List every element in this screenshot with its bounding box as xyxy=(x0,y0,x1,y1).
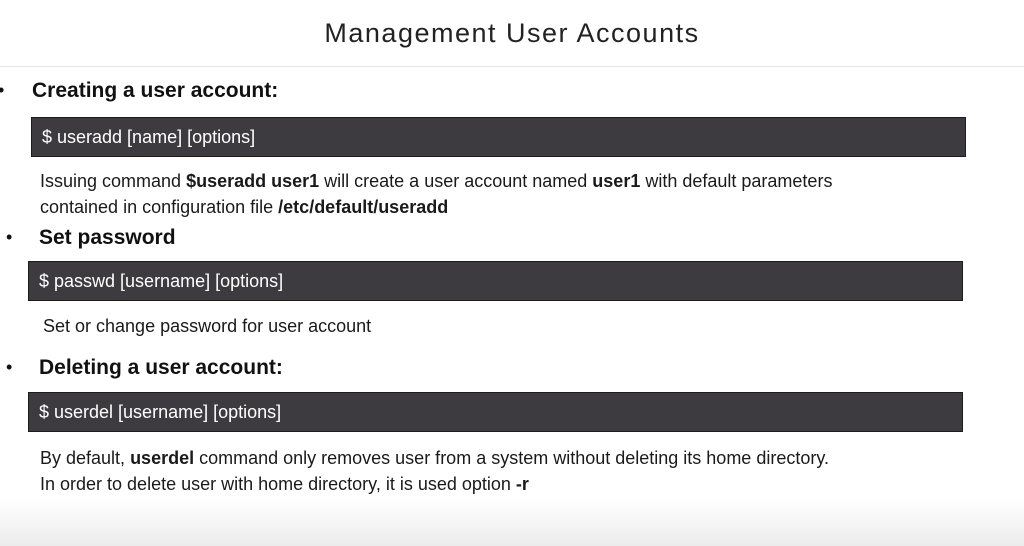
description-delete: By default, userdel command only removes… xyxy=(40,445,829,497)
command-box-passwd: $ passwd [username] [options] xyxy=(28,261,963,301)
bold-span: -r xyxy=(515,474,529,494)
text-span: contained in configuration file xyxy=(40,197,279,217)
description-create: Issuing command $useradd user1 will crea… xyxy=(40,168,832,220)
section-heading-delete: Deleting a user account: xyxy=(39,356,283,379)
command-text: $ userdel [username] [options] xyxy=(39,401,282,422)
command-text: $ useradd [name] [options] xyxy=(42,126,256,147)
description-line: In order to delete user with home direct… xyxy=(40,471,829,497)
description-line: By default, userdel command only removes… xyxy=(40,445,829,471)
text-span: In order to delete user with home direct… xyxy=(40,474,516,494)
title-divider xyxy=(0,66,1024,67)
command-box-userdel: $ userdel [username] [options] xyxy=(28,392,963,432)
section-heading-password: Set password xyxy=(39,226,176,249)
bullet-icon: • xyxy=(6,357,13,377)
command-text: $ passwd [username] [options] xyxy=(39,270,284,291)
text-span: with default parameters xyxy=(640,171,833,191)
description-line: contained in configuration file /etc/def… xyxy=(40,194,832,220)
page-title: Management User Accounts xyxy=(324,18,700,48)
text-span: will create a user account named xyxy=(319,171,593,191)
bullet-icon: • xyxy=(6,227,13,247)
text-span: command only removes user from a system … xyxy=(194,448,830,468)
description-password: Set or change password for user account xyxy=(43,313,371,339)
bold-span: /etc/default/useradd xyxy=(278,197,449,217)
section-heading-create: Creating a user account: xyxy=(32,79,279,102)
text-span: By default, xyxy=(40,448,131,468)
bold-span: user1 xyxy=(592,171,641,191)
text-span: Issuing command xyxy=(40,171,187,191)
bold-span: userdel xyxy=(130,448,195,468)
bullet-icon: • xyxy=(0,80,4,101)
text-span: Set or change password for user account xyxy=(43,316,372,336)
command-box-useradd: $ useradd [name] [options] xyxy=(31,117,966,157)
description-line: Issuing command $useradd user1 will crea… xyxy=(40,168,832,194)
bottom-fade xyxy=(0,498,1024,546)
description-line: Set or change password for user account xyxy=(43,313,371,339)
bold-span: $useradd user1 xyxy=(186,171,320,191)
